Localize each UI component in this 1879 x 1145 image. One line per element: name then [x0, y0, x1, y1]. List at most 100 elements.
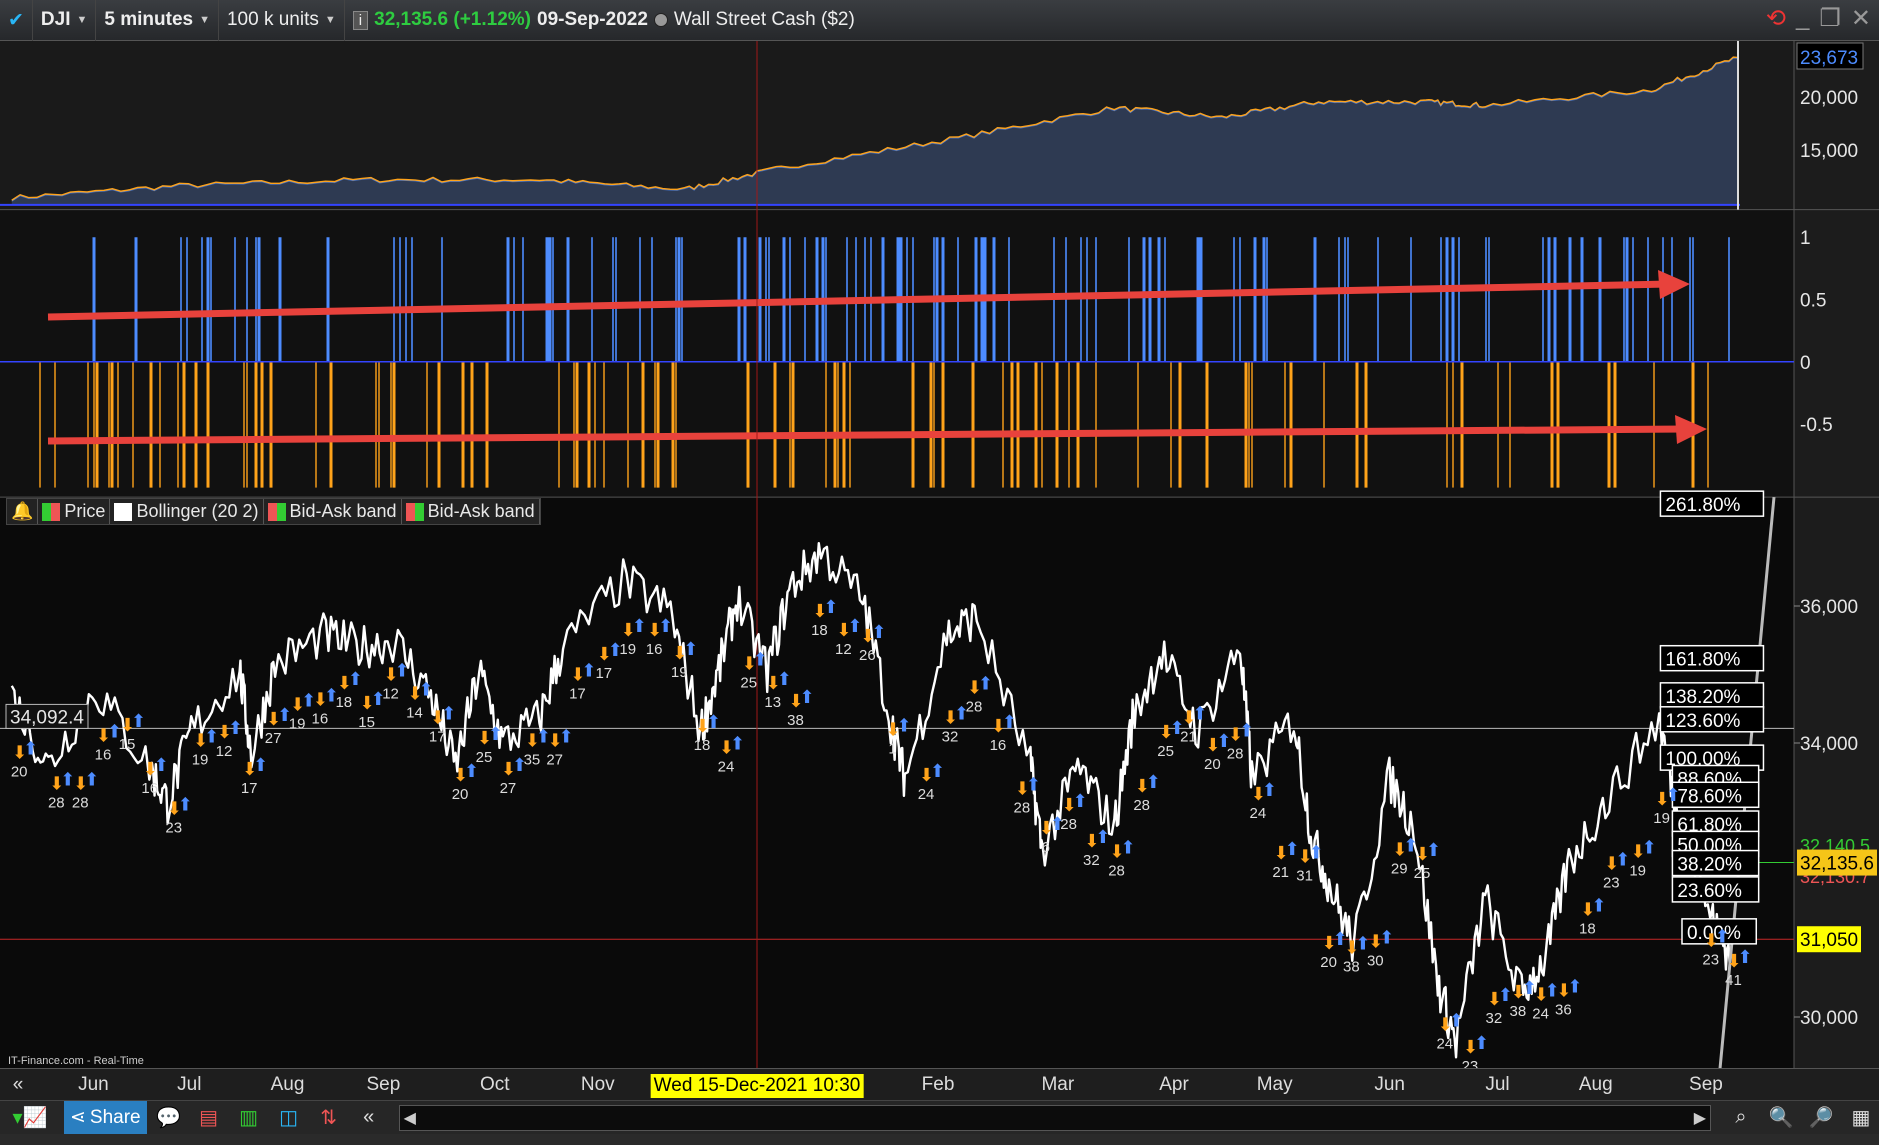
histogram-axis-label: 0.5 — [1800, 291, 1826, 312]
buy-arrow-icon: ⬆ — [1738, 947, 1753, 968]
settings-icon[interactable]: ▦ — [1843, 1102, 1879, 1134]
buy-arrow-icon: ⬆ — [154, 755, 169, 776]
connection-status-icon[interactable]: ✔ — [0, 0, 33, 41]
buy-arrow-icon: ⬆ — [23, 738, 38, 759]
trading-icon[interactable]: ⇅ — [311, 1102, 347, 1134]
units-dropdown[interactable]: 100 k units ▼ — [219, 0, 345, 41]
price-axis-label: 36,000 — [1800, 597, 1858, 618]
signal-label: 30 — [1367, 953, 1384, 970]
fibonacci-label: 78.60% — [1677, 786, 1742, 807]
buy-arrow-icon: ⬆ — [897, 716, 912, 737]
legend-bid-ask-2[interactable]: Bid-Ask band — [402, 499, 540, 524]
buy-arrow-icon: ⬆ — [419, 680, 434, 701]
buy-arrow-icon: ⬆ — [1449, 1010, 1464, 1031]
signal-label: 26 — [859, 647, 876, 664]
signal-label: 38 — [1343, 959, 1360, 976]
signal-label: 36 — [1555, 1002, 1572, 1019]
legend-bid-ask-1[interactable]: Bid-Ask band — [264, 499, 402, 524]
signal-label: 16 — [312, 711, 329, 728]
instrument-name: Wall Street Cash ($2) — [673, 9, 855, 30]
symbol-label: DJI — [40, 9, 71, 30]
buy-arrow-icon: ⬆ — [683, 639, 698, 660]
signal-label: 19 — [192, 751, 209, 768]
legend-bollinger[interactable]: Bollinger (20 2) — [110, 499, 264, 524]
histogram-axis-label: 1 — [1800, 228, 1811, 249]
chevron-down-icon: ▼ — [76, 14, 88, 26]
chevron-down-icon: ▼ — [324, 14, 336, 26]
buy-arrow-icon: ⬆ — [131, 711, 146, 732]
symbol-dropdown[interactable]: DJI ▼ — [33, 0, 97, 41]
date-axis-month: Jun — [78, 1074, 109, 1095]
info-icon[interactable]: i — [352, 10, 369, 30]
candles-icon[interactable]: ▥ — [231, 1102, 267, 1134]
buy-arrow-icon: ⬆ — [632, 616, 647, 637]
signal-label: 24 — [1532, 1005, 1549, 1022]
signal-label: 24 — [1436, 1035, 1453, 1052]
level-price-label: 31,050 — [1800, 930, 1858, 951]
histogram-axis-label: -0.5 — [1800, 415, 1833, 436]
buy-arrow-icon: ⬆ — [1095, 827, 1110, 848]
fibonacci-label: 261.80% — [1665, 495, 1740, 516]
buy-arrow-icon: ⬆ — [178, 795, 193, 816]
signal-label: 13 — [764, 694, 781, 711]
legend-label: Bid-Ask band — [289, 501, 397, 521]
data-source-label: IT-Finance.com - Real-Time — [8, 1055, 144, 1067]
signal-label: 23 — [165, 820, 182, 837]
minimize-icon[interactable]: _ — [1796, 4, 1809, 33]
order-book-icon[interactable]: ▤ — [191, 1102, 227, 1134]
buy-arrow-icon: ⬆ — [706, 712, 721, 733]
zoom-in-icon[interactable]: 🔎 — [1803, 1102, 1839, 1134]
signal-label: 17 — [241, 780, 258, 797]
date-axis-month: Nov — [580, 1074, 615, 1095]
close-icon[interactable]: ✕ — [1851, 4, 1871, 33]
comment-icon[interactable]: 💬 — [151, 1102, 187, 1134]
share-button[interactable]: ⋖ Share — [64, 1100, 147, 1135]
legend-label: Price — [64, 501, 106, 521]
buy-arrow-icon: ⬆ — [228, 718, 243, 739]
signal-label: 31 — [1296, 868, 1313, 885]
share-label: Share — [89, 1106, 141, 1128]
last-price-label: 32,135.6 — [1800, 854, 1874, 875]
alert-bell-icon[interactable]: 🔔 — [7, 499, 39, 524]
scroll-left-icon[interactable]: « — [13, 1074, 24, 1096]
signal-label: 27 — [500, 780, 517, 797]
scroll-right-arrow[interactable]: ▶ — [1694, 1108, 1706, 1128]
chart-area[interactable]: 23,673 20,000 15,000 1 0.5 0 -0.5 36,000 34,000 3… — [0, 41, 1879, 1068]
buy-arrow-icon: ⬆ — [799, 687, 814, 708]
restore-icon[interactable]: ❐ — [1819, 4, 1841, 33]
collapse-icon[interactable]: « — [351, 1102, 387, 1134]
signal-label: 32 — [942, 729, 959, 746]
signal-label: 24 — [918, 786, 935, 803]
signal-label: 25 — [740, 675, 757, 692]
signal-label: 19 — [671, 664, 688, 681]
indicator-icon[interactable]: ◫ — [271, 1102, 307, 1134]
auto-zoom-icon[interactable]: ⌕ — [1723, 1102, 1759, 1134]
fibonacci-label: 38.20% — [1677, 855, 1742, 876]
legend-price[interactable]: Price — [38, 499, 111, 524]
buy-arrow-icon: ⬆ — [84, 769, 99, 790]
zoom-out-icon[interactable]: 🔍 — [1763, 1102, 1799, 1134]
timeframe-dropdown[interactable]: 5 minutes ▼ — [96, 0, 219, 41]
signal-label: 25 — [1414, 865, 1431, 882]
signal-label: 16 — [646, 641, 663, 658]
signal-label: 17 — [595, 665, 612, 682]
chart-type-icon[interactable]: ▾📈 — [0, 1102, 60, 1134]
fibonacci-label: 23.60% — [1677, 881, 1742, 902]
date-axis[interactable]: « Jun Jul Aug Sep Oct Nov Feb Mar Apr May Jun Jul Au… — [0, 1068, 1879, 1100]
refresh-icon[interactable]: ⟲ — [1766, 4, 1786, 33]
status-strip — [0, 1134, 1879, 1145]
date-axis-month: Mar — [1041, 1074, 1075, 1095]
buy-arrow-icon: ⬆ — [253, 755, 268, 776]
signal-label: 28 — [1060, 816, 1077, 833]
buy-arrow-icon: ⬆ — [730, 734, 745, 755]
signal-label: 23 — [1603, 875, 1620, 892]
signal-label: 15 — [119, 736, 136, 753]
date-axis-month: Jul — [1485, 1074, 1510, 1095]
buy-arrow-icon: ⬆ — [1567, 977, 1582, 998]
signal-label: 16 — [141, 780, 158, 797]
buy-arrow-icon: ⬆ — [1262, 780, 1277, 801]
scroll-left-arrow[interactable]: ◀ — [404, 1108, 416, 1128]
buy-arrow-icon: ⬆ — [777, 669, 792, 690]
chart-scrollbar[interactable]: ◀ ▶ — [398, 1104, 1711, 1131]
signal-label: 12 — [835, 641, 852, 658]
